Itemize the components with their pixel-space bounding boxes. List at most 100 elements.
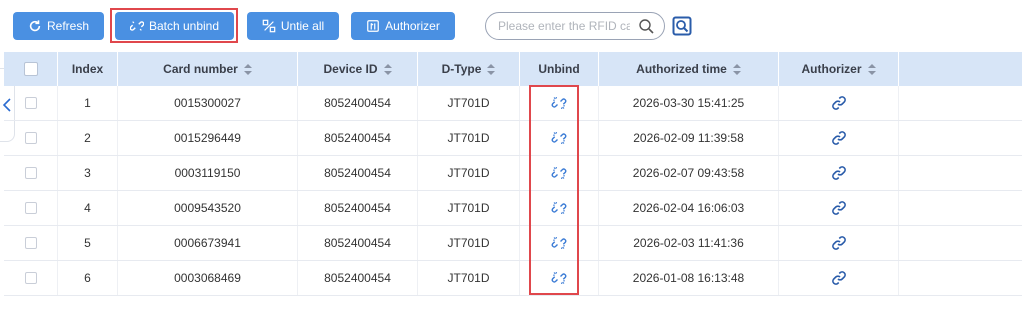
card-number-text: 0003068469	[174, 271, 241, 285]
column-header-label: Index	[71, 62, 104, 76]
device-id-cell: 8052400454	[298, 86, 418, 120]
authorized-time-text: 2026-03-30 15:41:25	[632, 96, 745, 110]
authorized-time-cell: 2026-03-30 15:41:25	[599, 86, 779, 120]
column-header-index: Index	[58, 52, 118, 86]
row-checkbox[interactable]	[24, 97, 37, 109]
index-text: 6	[84, 271, 91, 285]
authorizer-cell	[779, 121, 899, 155]
refresh-button[interactable]: Refresh	[13, 12, 104, 40]
authorized-time-cell: 2026-01-08 16:13:48	[599, 261, 779, 295]
device-id-text: 8052400454	[324, 166, 391, 180]
card-number-cell: 0003068469	[118, 261, 298, 295]
table-row[interactable]: 1 0015300027 8052400454 JT701D 2026-03-30 15…	[4, 86, 1022, 121]
authorizer-cell	[779, 226, 899, 260]
column-header-unbind: Unbind	[520, 52, 599, 86]
sort-icon[interactable]	[383, 63, 392, 75]
row-checkbox[interactable]	[24, 132, 37, 144]
device-id-text: 8052400454	[324, 201, 391, 215]
d-type-text: JT701D	[447, 166, 490, 180]
index-cell: 5	[58, 226, 118, 260]
authorizer-cell	[779, 191, 899, 225]
index-cell: 2	[58, 121, 118, 155]
select-all-checkbox[interactable]	[23, 62, 38, 76]
d-type-cell: JT701D	[418, 261, 520, 295]
link-icon[interactable]	[831, 235, 847, 251]
table-header: Index Card number Device ID D-Type Unbin…	[4, 52, 1022, 86]
sort-icon[interactable]	[243, 63, 252, 75]
column-header-d-type[interactable]: D-Type	[418, 52, 520, 86]
table-row[interactable]: 4 0009543520 8052400454 JT701D 2026-02-04 16…	[4, 191, 1022, 226]
select-all-cell	[4, 52, 58, 86]
sort-icon[interactable]	[487, 63, 496, 75]
row-select-cell	[4, 226, 58, 260]
card-number-cell: 0009543520	[118, 191, 298, 225]
card-number-text: 0003119150	[174, 166, 241, 180]
index-text: 3	[84, 166, 91, 180]
index-text: 2	[84, 131, 91, 145]
link-icon[interactable]	[831, 130, 847, 146]
table-row[interactable]: 3 0003119150 8052400454 JT701D 2026-02-07 09…	[4, 156, 1022, 191]
column-header-authorized-time[interactable]: Authorized time	[599, 52, 779, 86]
d-type-text: JT701D	[447, 201, 490, 215]
card-number-text: 0006673941	[174, 236, 241, 250]
search-input[interactable]	[498, 17, 630, 35]
card-number-cell: 0003119150	[118, 156, 298, 190]
table-row[interactable]: 6 0003068469 8052400454 JT701D 2026-01-08 16…	[4, 261, 1022, 296]
authorizer-label: Authorizer	[385, 19, 440, 33]
device-id-text: 8052400454	[324, 96, 391, 110]
column-header-label: Authorizer	[801, 62, 862, 76]
unlink-icon	[129, 21, 144, 31]
card-number-cell: 0015300027	[118, 86, 298, 120]
index-cell: 3	[58, 156, 118, 190]
d-type-text: JT701D	[447, 271, 490, 285]
column-header-card-number[interactable]: Card number	[118, 52, 298, 86]
table-row[interactable]: 5 0006673941 8052400454 JT701D 2026-02-03 11…	[4, 226, 1022, 261]
index-text: 4	[84, 201, 91, 215]
d-type-text: JT701D	[447, 236, 490, 250]
column-header-authorizer[interactable]: Authorizer	[779, 52, 899, 86]
card-number-text: 0009543520	[174, 201, 241, 215]
row-select-cell	[4, 86, 58, 120]
table-row[interactable]: 2 0015296449 8052400454 JT701D 2026-02-09 11…	[4, 121, 1022, 156]
row-checkbox[interactable]	[24, 202, 37, 214]
refresh-label: Refresh	[46, 19, 90, 33]
batch-unbind-label: Batch unbind	[148, 19, 220, 33]
row-select-cell	[4, 156, 58, 190]
authorizer-cell	[779, 261, 899, 295]
card-number-text: 0015296449	[174, 131, 241, 145]
index-cell: 4	[58, 191, 118, 225]
column-header-label: Device ID	[323, 62, 378, 76]
d-type-cell: JT701D	[418, 121, 520, 155]
device-id-cell: 8052400454	[298, 156, 418, 190]
authorizer-cell	[779, 86, 899, 120]
row-checkbox[interactable]	[24, 167, 37, 179]
row-checkbox[interactable]	[24, 237, 37, 249]
card-number-cell: 0006673941	[118, 226, 298, 260]
untie-all-button[interactable]: Untie all	[247, 12, 339, 40]
link-icon[interactable]	[831, 95, 847, 111]
unbind-column-highlight	[529, 85, 579, 295]
authorized-time-text: 2026-01-08 16:13:48	[632, 271, 745, 285]
refresh-icon	[29, 20, 41, 32]
link-icon[interactable]	[831, 270, 847, 286]
device-id-cell: 8052400454	[298, 191, 418, 225]
index-text: 5	[84, 236, 91, 250]
row-checkbox[interactable]	[24, 272, 37, 284]
index-text: 1	[84, 96, 91, 110]
sort-icon[interactable]	[867, 63, 876, 75]
batch-unbind-button[interactable]: Batch unbind	[115, 12, 234, 40]
column-header-label: D-Type	[441, 62, 482, 76]
search-icon[interactable]	[638, 18, 654, 34]
advanced-search-icon[interactable]	[672, 16, 692, 36]
device-id-cell: 8052400454	[298, 121, 418, 155]
untie-all-icon	[262, 19, 276, 33]
authorized-time-cell: 2026-02-03 11:41:36	[599, 226, 779, 260]
d-type-cell: JT701D	[418, 156, 520, 190]
d-type-text: JT701D	[447, 96, 490, 110]
link-icon[interactable]	[831, 165, 847, 181]
column-header-device-id[interactable]: Device ID	[298, 52, 418, 86]
authorizer-button[interactable]: Authorizer	[351, 12, 455, 40]
link-icon[interactable]	[831, 200, 847, 216]
sort-icon[interactable]	[732, 63, 741, 75]
d-type-cell: JT701D	[418, 86, 520, 120]
